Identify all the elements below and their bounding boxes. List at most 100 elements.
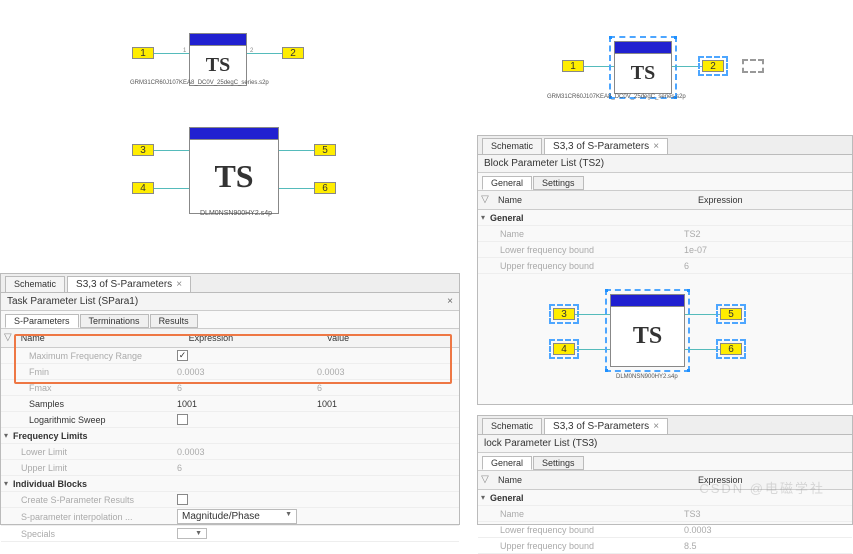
wire	[154, 188, 189, 189]
col-value[interactable]: Value	[321, 332, 459, 344]
port-1[interactable]: 1	[132, 47, 154, 59]
subtab-terminations[interactable]: Terminations	[80, 314, 149, 328]
row-lfb: Lower frequency bound	[478, 524, 678, 536]
doc-tabs: Schematic S3,3 of S-Parameters×	[1, 274, 459, 293]
ts-block-1[interactable]: TS	[189, 33, 247, 86]
col-name[interactable]: Name	[492, 194, 692, 206]
row-maxfr: Maximum Frequency Range	[1, 350, 171, 362]
subtab-settings[interactable]: Settings	[533, 456, 584, 470]
schematic-canvas-tr[interactable]: 1 TS 2 GRM31CR60J107KEA8_DC0V_25degC_ser…	[477, 15, 853, 105]
filter-icon[interactable]: ▽	[1, 332, 15, 344]
wire	[279, 188, 314, 189]
col-expression[interactable]: Expression	[183, 332, 321, 344]
row-ufb: Upper frequency bound	[478, 260, 678, 272]
tab-sparams[interactable]: S3,3 of S-Parameters×	[544, 418, 668, 434]
port-5[interactable]: 5	[720, 308, 742, 320]
ts-block-2[interactable]: TS	[189, 127, 279, 214]
doc-tabs: Schematic S3,3 of S-Parameters×	[478, 416, 852, 435]
doc-tabs: Schematic S3,3 of S-Parameters×	[478, 136, 852, 155]
row-logsweep: Logarithmic Sweep	[1, 414, 171, 426]
port-3[interactable]: 3	[132, 144, 154, 156]
checkbox-log[interactable]	[177, 414, 188, 425]
port-4[interactable]: 4	[553, 343, 575, 355]
dropdown-specials[interactable]: ▼	[177, 528, 207, 539]
pin-label: 1	[183, 48, 186, 54]
panel-title: lock Parameter List (TS3)	[478, 435, 852, 453]
embedded-schematic[interactable]: 3 4 TS 5 6 DLM0NSN900HY2.s4p	[538, 288, 798, 398]
block-caption: GRM31CR60J107KEA8_DC0V_25degC_series.s2p	[130, 80, 269, 86]
close-icon[interactable]: ×	[447, 296, 453, 307]
ts-block-selected[interactable]: TS	[614, 41, 672, 94]
wire	[247, 53, 282, 54]
port-5[interactable]: 5	[314, 144, 336, 156]
row-upper-limit: Upper Limit	[1, 462, 171, 474]
filter-icon[interactable]: ▽	[478, 194, 492, 206]
row-sp-interp: S-parameter interpolation ...	[1, 511, 171, 523]
tab-schematic[interactable]: Schematic	[482, 138, 542, 154]
placeholder-port[interactable]	[742, 59, 764, 73]
block-caption: DLM0NSN900HY2.s4p	[616, 374, 678, 380]
subtab-general[interactable]: General	[482, 456, 532, 470]
subtab-results[interactable]: Results	[150, 314, 198, 328]
row-fmin: Fmin	[1, 366, 171, 378]
wire	[154, 150, 189, 151]
property-grid: ▽ Name Expression Value Maximum Frequenc…	[1, 329, 459, 542]
col-name[interactable]: Name	[492, 474, 692, 486]
chevron-down-icon[interactable]: ▾	[478, 493, 488, 502]
port-1[interactable]: 1	[562, 60, 584, 72]
port-4[interactable]: 4	[132, 182, 154, 194]
wire	[279, 150, 314, 151]
tab-schematic[interactable]: Schematic	[482, 418, 542, 434]
close-icon[interactable]: ×	[653, 141, 659, 152]
port-3[interactable]: 3	[553, 308, 575, 320]
watermark: CSDN @电磁学社	[699, 478, 825, 497]
sub-tabs: General Settings	[478, 173, 852, 191]
col-name[interactable]: Name	[15, 332, 183, 344]
tab-schematic[interactable]: Schematic	[5, 276, 65, 292]
row-specials: Specials	[1, 528, 171, 540]
group-freq-limits[interactable]: Frequency Limits	[11, 430, 94, 442]
port-2[interactable]: 2	[282, 47, 304, 59]
chevron-down-icon[interactable]: ▾	[1, 431, 11, 440]
checkbox-csr[interactable]	[177, 494, 188, 505]
chevron-down-icon[interactable]: ▾	[478, 213, 488, 222]
port-2-selected[interactable]: 2	[702, 60, 724, 72]
wire	[584, 66, 614, 67]
block-caption: GRM31CR60J107KEA8_DC0V_25degC_series.s2p	[547, 94, 686, 100]
sub-tabs: General Settings	[478, 453, 852, 471]
subtab-general[interactable]: General	[482, 176, 532, 190]
tab-sparams[interactable]: S3,3 of S-Parameters×	[544, 138, 668, 154]
chevron-down-icon[interactable]: ▾	[1, 479, 11, 488]
block-caption: DLM0NSN900HY2.s4p	[200, 210, 272, 217]
checkbox-maxfr[interactable]	[177, 350, 188, 361]
row-name: Name	[478, 228, 678, 240]
schematic-canvas-left[interactable]: 1 TS 1 2 2 GRM31CR60J107KEA8_DC0V_25degC…	[0, 0, 440, 272]
ts-block-selected[interactable]: TS	[610, 294, 685, 367]
col-expression[interactable]: Expression	[692, 194, 832, 206]
close-icon[interactable]: ×	[653, 421, 659, 432]
dropdown-interp[interactable]: Magnitude/Phase▼	[177, 509, 297, 524]
group-general[interactable]: General	[488, 492, 530, 504]
row-fmax: Fmax	[1, 382, 171, 394]
block-panel-ts2: Schematic S3,3 of S-Parameters× Block Pa…	[477, 135, 853, 405]
subtab-settings[interactable]: Settings	[533, 176, 584, 190]
row-name: Name	[478, 508, 678, 520]
subtab-sparams[interactable]: S-Parameters	[5, 314, 79, 328]
row-lower-limit: Lower Limit	[1, 446, 171, 458]
row-ufb: Upper frequency bound	[478, 540, 678, 552]
row-create-sparam: Create S-Parameter Results	[1, 494, 171, 506]
close-icon[interactable]: ×	[176, 279, 182, 290]
property-grid: ▽ Name Expression ▾General NameTS2 Lower…	[478, 191, 852, 274]
port-6[interactable]: 6	[720, 343, 742, 355]
panel-title: Task Parameter List (SPara1)×	[1, 293, 459, 311]
row-samples: Samples	[1, 398, 171, 410]
group-individual-blocks[interactable]: Individual Blocks	[11, 478, 93, 490]
filter-icon[interactable]: ▽	[478, 474, 492, 486]
wire	[672, 66, 702, 67]
tab-sparams[interactable]: S3,3 of S-Parameters×	[67, 276, 191, 292]
group-general[interactable]: General	[488, 212, 530, 224]
task-panel: Schematic S3,3 of S-Parameters× Task Par…	[0, 273, 460, 525]
port-6[interactable]: 6	[314, 182, 336, 194]
row-lfb: Lower frequency bound	[478, 244, 678, 256]
sub-tabs: S-Parameters Terminations Results	[1, 311, 459, 329]
